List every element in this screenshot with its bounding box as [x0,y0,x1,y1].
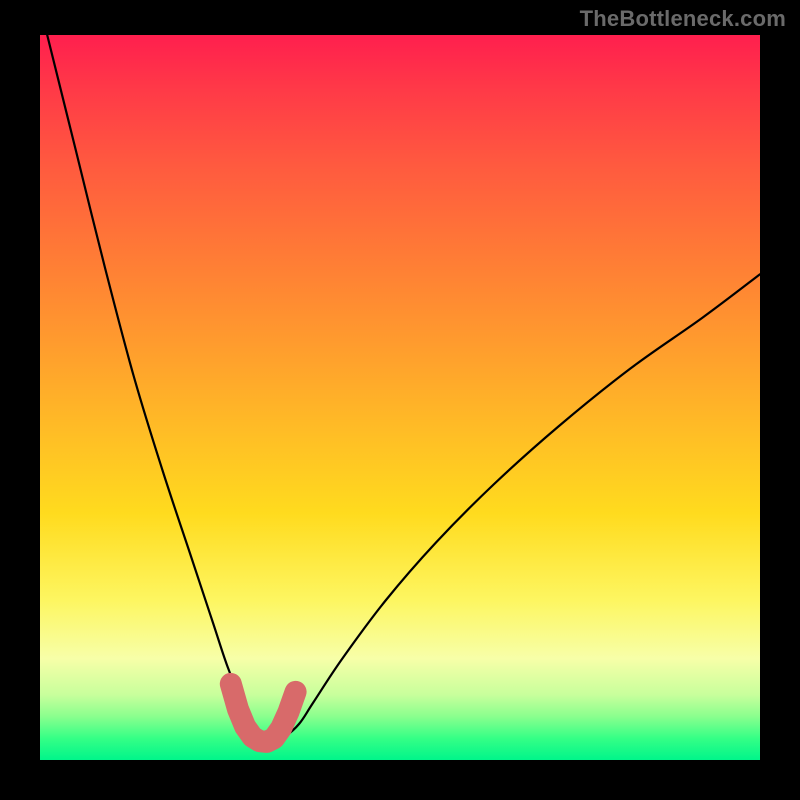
watermark-text: TheBottleneck.com [580,6,786,32]
bottleneck-curve [47,35,760,742]
highlight-band-path [231,684,296,742]
chart-frame: TheBottleneck.com [0,0,800,800]
plot-area [40,35,760,760]
highlight-markers [231,684,296,742]
curve-svg [40,35,760,760]
